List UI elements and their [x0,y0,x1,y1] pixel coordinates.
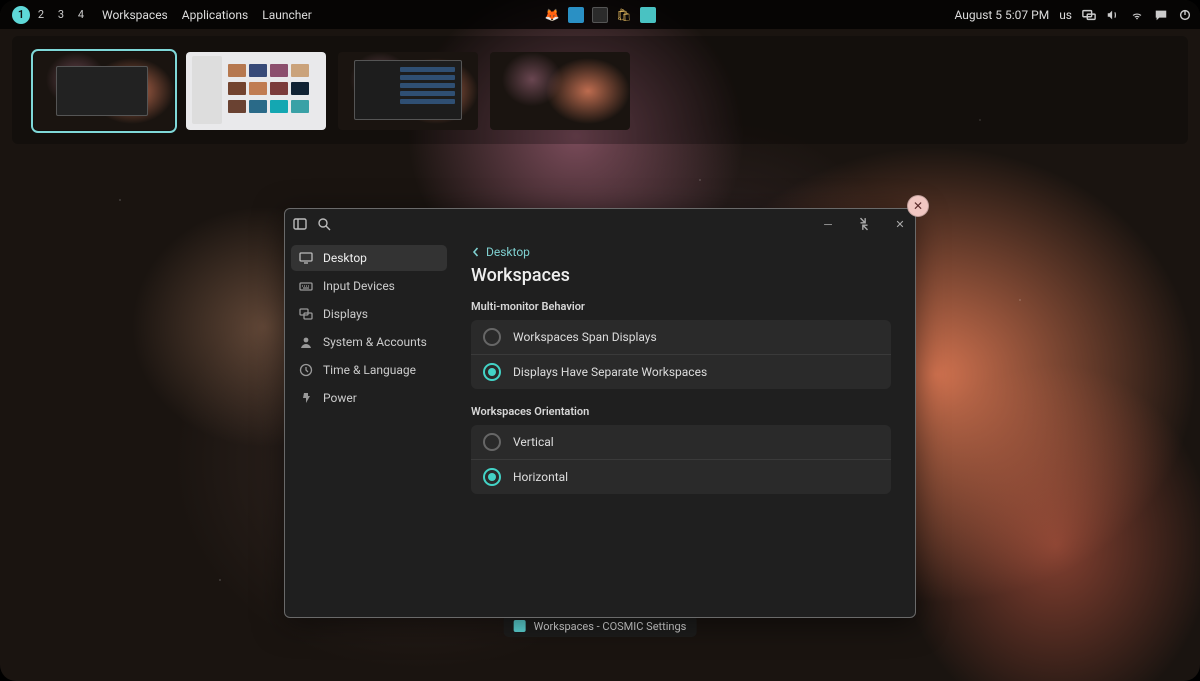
menu-workspaces[interactable]: Workspaces [102,8,168,22]
settings-window: ✕ ─ ✕ Desktop Input D [284,208,916,618]
sidebar-toggle-icon[interactable] [293,217,307,231]
option-group-orientation: Vertical Horizontal [471,425,891,494]
cast-icon[interactable] [1082,8,1096,22]
option-horizontal[interactable]: Horizontal [471,459,891,494]
firefox-icon[interactable]: 🦊 [544,7,560,23]
keyboard-layout-indicator[interactable]: us [1059,8,1072,22]
menu-launcher[interactable]: Launcher [262,8,312,22]
radio-icon [483,363,501,381]
workspace-switch-2[interactable]: 2 [32,6,50,24]
taskbar-label[interactable]: Workspaces - COSMIC Settings [534,620,687,633]
sidebar-item-label: Displays [323,307,368,321]
sidebar-item-label: Input Devices [323,279,395,293]
workspace-thumb-4[interactable] [490,52,630,130]
workspace-switch-4[interactable]: 4 [72,6,90,24]
option-group-multimonitor: Workspaces Span Displays Displays Have S… [471,320,891,389]
user-icon [299,335,313,349]
section-header: Multi-monitor Behavior [471,300,891,313]
option-workspaces-span[interactable]: Workspaces Span Displays [471,320,891,354]
sidebar-item-power[interactable]: Power [291,385,447,411]
settings-icon[interactable] [640,7,656,23]
workspace-thumb-1[interactable] [34,52,174,130]
settings-content: Desktop Workspaces Multi-monitor Behavio… [453,239,915,617]
power-icon[interactable] [1178,8,1192,22]
sidebar-item-desktop[interactable]: Desktop [291,245,447,271]
breadcrumb-label: Desktop [486,245,530,259]
chat-icon[interactable] [1154,8,1168,22]
page-title: Workspaces [471,265,891,286]
keyboard-icon [299,279,313,293]
taskbar: Workspaces - COSMIC Settings [504,615,697,637]
terminal-icon[interactable] [592,7,608,23]
workspace-switch-3[interactable]: 3 [52,6,70,24]
files-icon[interactable] [568,7,584,23]
power-icon [299,391,313,405]
option-label: Vertical [513,435,554,449]
monitor-icon [299,251,313,265]
sidebar-item-label: System & Accounts [323,335,427,349]
volume-icon[interactable] [1106,8,1120,22]
workspace-switch-1[interactable]: 1 [12,6,30,24]
sidebar-item-label: Power [323,391,357,405]
workspace-thumb-2[interactable] [186,52,326,130]
sidebar-item-label: Desktop [323,251,367,265]
app-icon[interactable] [514,620,526,632]
maximize-button[interactable] [857,217,871,231]
radio-icon [483,468,501,486]
menu-applications[interactable]: Applications [182,8,248,22]
sidebar-item-time-language[interactable]: Time & Language [291,357,447,383]
option-label: Workspaces Span Displays [513,330,657,344]
window-titlebar[interactable]: ─ ✕ [285,209,915,239]
close-button[interactable]: ✕ [893,217,907,231]
breadcrumb-back[interactable]: Desktop [471,245,891,259]
section-header: Workspaces Orientation [471,405,891,418]
chevron-left-icon [471,247,481,257]
store-icon[interactable]: 🛍 [616,7,632,23]
option-vertical[interactable]: Vertical [471,425,891,459]
settings-sidebar: Desktop Input Devices Displays System & … [285,239,453,617]
workspace-thumb-3[interactable] [338,52,478,130]
clock-icon [299,363,313,377]
option-separate-workspaces[interactable]: Displays Have Separate Workspaces [471,354,891,389]
window-close-badge[interactable]: ✕ [907,195,929,217]
minimize-button[interactable]: ─ [821,217,835,231]
workspace-overview [0,44,1200,142]
wifi-icon[interactable] [1130,8,1144,22]
radio-icon [483,433,501,451]
sidebar-item-label: Time & Language [323,363,416,377]
sidebar-item-displays[interactable]: Displays [291,301,447,327]
option-label: Displays Have Separate Workspaces [513,365,707,379]
displays-icon [299,307,313,321]
search-icon[interactable] [317,217,331,231]
top-panel: 1 2 3 4 Workspaces Applications Launcher… [0,0,1200,29]
radio-icon [483,328,501,346]
sidebar-item-system-accounts[interactable]: System & Accounts [291,329,447,355]
clock[interactable]: August 5 5:07 PM [954,8,1049,22]
sidebar-item-input-devices[interactable]: Input Devices [291,273,447,299]
option-label: Horizontal [513,470,568,484]
